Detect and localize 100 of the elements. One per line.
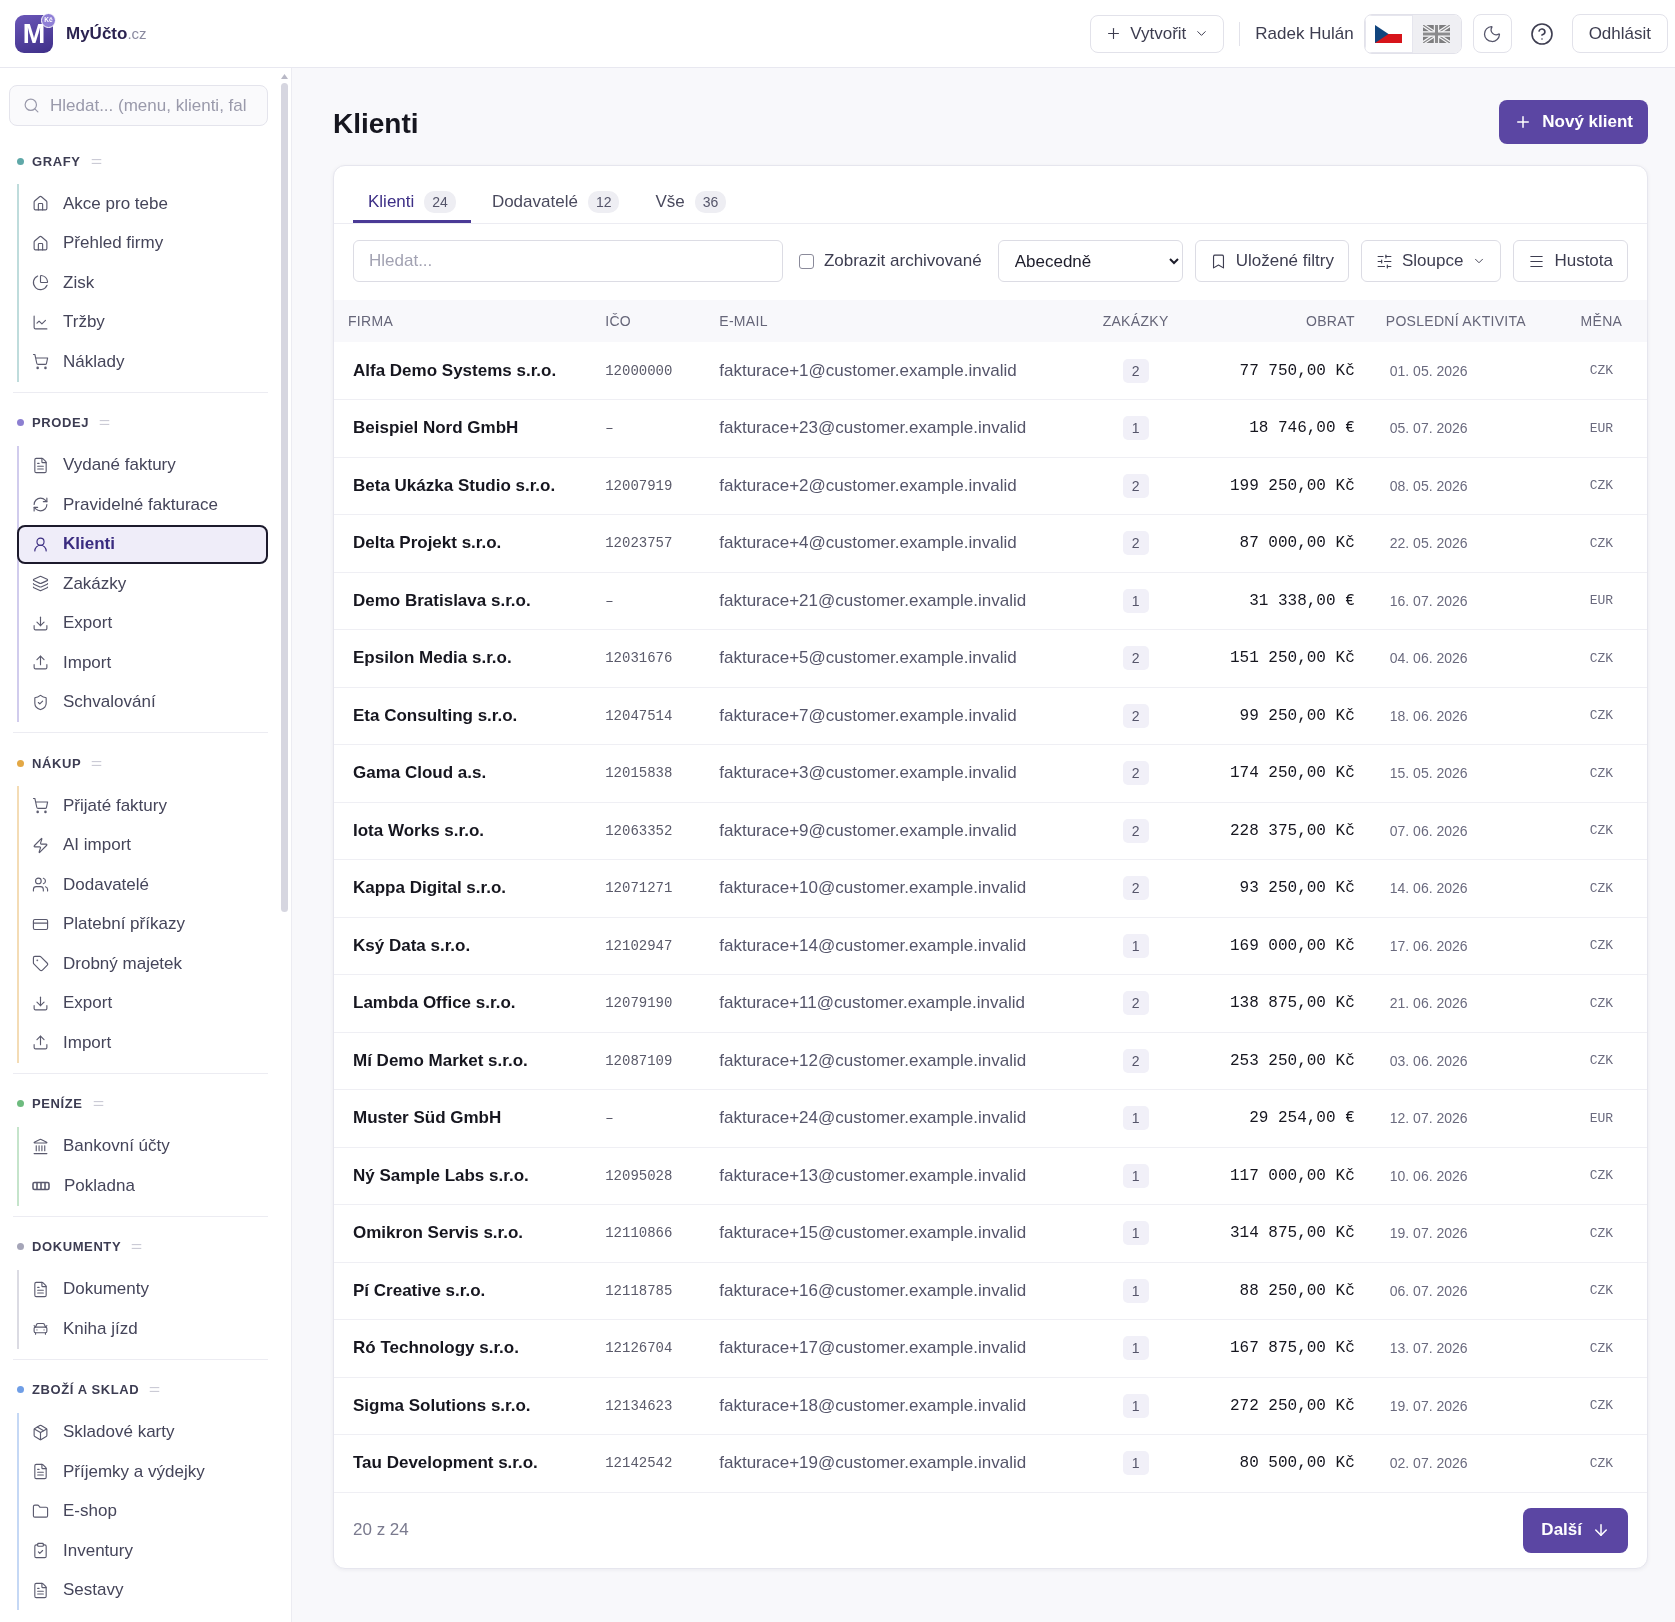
sidebar-item[interactable]: Příjemky a výdejky bbox=[17, 1452, 268, 1492]
sidebar-item[interactable]: Klienti bbox=[17, 524, 268, 564]
sidebar-item[interactable]: Vydané faktury bbox=[17, 445, 268, 485]
order-count: 1 bbox=[1122, 1163, 1149, 1188]
sidebar-item[interactable]: Pravidelné fakturace bbox=[17, 485, 268, 525]
ico-cell: 12118785 bbox=[590, 1262, 706, 1320]
currency-cell: CZK bbox=[1555, 1434, 1647, 1492]
sidebar-item[interactable]: Import bbox=[17, 643, 268, 683]
search-field[interactable]: Hledat... bbox=[353, 240, 783, 282]
sidebar-item[interactable]: Platební příkazy bbox=[17, 904, 268, 944]
currency-cell: CZK bbox=[1555, 1204, 1647, 1262]
create-button[interactable]: Vytvořit bbox=[1090, 14, 1225, 53]
tab[interactable]: Klienti 24 bbox=[353, 180, 471, 223]
company-name[interactable]: Iota Works s.r.o. bbox=[334, 802, 591, 860]
column-header[interactable]: IČO bbox=[590, 300, 706, 342]
scrollbar-thumb[interactable] bbox=[281, 83, 288, 912]
email-cell: fakturace+14@customer.example.invalid bbox=[705, 917, 1086, 975]
order-count: 2 bbox=[1122, 876, 1149, 901]
company-name[interactable]: Muster Süd GmbH bbox=[334, 1089, 591, 1147]
language-option[interactable] bbox=[1364, 14, 1413, 53]
company-name[interactable]: Omikron Servis s.r.o. bbox=[334, 1204, 591, 1262]
next-button[interactable]: Další bbox=[1523, 1507, 1628, 1553]
document-icon bbox=[32, 1581, 49, 1599]
sidebar-item[interactable]: Export bbox=[17, 983, 268, 1023]
tab[interactable]: Vše 36 bbox=[640, 180, 742, 223]
column-header[interactable]: ZAKÁZKY bbox=[1085, 300, 1186, 342]
turnover-cell: 99 250,00 Kč bbox=[1185, 687, 1371, 745]
ico-cell: 12007919 bbox=[590, 457, 706, 515]
sort-select[interactable]: Abecedně bbox=[997, 240, 1183, 282]
sidebar-item[interactable]: Sestavy bbox=[17, 1570, 268, 1610]
company-name[interactable]: Eta Consulting s.r.o. bbox=[334, 687, 591, 745]
sidebar-item[interactable]: Inventury bbox=[17, 1531, 268, 1571]
company-name[interactable]: Demo Bratislava s.r.o. bbox=[334, 572, 591, 630]
sidebar-item[interactable]: Kniha jízd bbox=[17, 1309, 268, 1349]
column-header[interactable]: OBRAT bbox=[1185, 300, 1371, 342]
company-name[interactable]: Alfa Demo Systems s.r.o. bbox=[334, 342, 591, 400]
sidebar-item[interactable]: Dokumenty bbox=[17, 1269, 268, 1309]
sidebar-item[interactable]: Tržby bbox=[17, 302, 268, 342]
sidebar-item[interactable]: Export bbox=[17, 603, 268, 643]
help-button[interactable] bbox=[1529, 21, 1554, 46]
pie-chart-icon bbox=[32, 274, 49, 292]
email-cell: fakturace+24@customer.example.invalid bbox=[705, 1089, 1086, 1147]
company-name[interactable]: Ksý Data s.r.o. bbox=[334, 917, 591, 975]
company-name[interactable]: Delta Projekt s.r.o. bbox=[334, 514, 591, 572]
company-name[interactable]: Ró Technology s.r.o. bbox=[334, 1319, 591, 1377]
checkbox[interactable] bbox=[798, 253, 814, 269]
email-cell: fakturace+15@customer.example.invalid bbox=[705, 1204, 1086, 1262]
company-name[interactable]: Beta Ukázka Studio s.r.o. bbox=[334, 457, 591, 515]
date-cell: 21. 06. 2026 bbox=[1370, 974, 1556, 1032]
column-header[interactable]: POSLEDNÍ AKTIVITA bbox=[1370, 300, 1556, 342]
sidebar-item[interactable]: Drobný majetek bbox=[17, 944, 268, 984]
tab[interactable]: Dodavatelé 12 bbox=[476, 180, 635, 223]
sidebar-item[interactable]: Import bbox=[17, 1023, 268, 1063]
ico-cell: 12000000 bbox=[590, 342, 706, 400]
ico-cell: 12142542 bbox=[590, 1434, 706, 1492]
sidebar-item[interactable]: Přijaté faktury bbox=[17, 786, 268, 826]
scroll-up-arrow-icon[interactable] bbox=[281, 74, 288, 79]
company-name[interactable]: Pí Creative s.r.o. bbox=[334, 1262, 591, 1320]
sidebar-item[interactable]: E-shop bbox=[17, 1491, 268, 1531]
new-client-button[interactable]: Nový klient bbox=[1499, 100, 1648, 144]
date-cell: 19. 07. 2026 bbox=[1370, 1377, 1556, 1435]
company-name[interactable]: Tau Development s.r.o. bbox=[334, 1434, 591, 1492]
email-cell: fakturace+2@customer.example.invalid bbox=[705, 457, 1086, 515]
sidebar-item[interactable]: AI import bbox=[17, 825, 268, 865]
sidebar-item[interactable]: Zisk bbox=[17, 263, 268, 303]
theme-toggle-button[interactable] bbox=[1472, 14, 1512, 53]
sidebar-item[interactable]: Bankovní účty bbox=[17, 1126, 268, 1166]
company-name[interactable]: Lambda Office s.r.o. bbox=[334, 974, 591, 1032]
company-name[interactable]: Gama Cloud a.s. bbox=[334, 744, 591, 802]
users-icon bbox=[32, 876, 49, 894]
company-name[interactable]: Kappa Digital s.r.o. bbox=[334, 859, 591, 917]
column-header[interactable]: FIRMA bbox=[334, 300, 591, 342]
sidebar-item[interactable]: Akce pro tebe bbox=[17, 184, 268, 224]
column-header[interactable]: E-MAIL bbox=[705, 300, 1086, 342]
turnover-cell: 18 746,00 € bbox=[1185, 399, 1371, 457]
email-cell: fakturace+18@customer.example.invalid bbox=[705, 1377, 1086, 1435]
sidebar-item[interactable]: Skladové karty bbox=[17, 1412, 268, 1452]
menu-search-field[interactable]: Hledat... (menu, klienti, fal bbox=[9, 85, 268, 126]
sidebar-item[interactable]: Pokladna bbox=[17, 1166, 268, 1206]
section-title: ZBOŽÍ A SKLAD bbox=[32, 1382, 140, 1397]
columns-button[interactable]: Sloupce bbox=[1360, 240, 1502, 282]
date-cell: 13. 07. 2026 bbox=[1370, 1319, 1556, 1377]
sidebar-item[interactable]: Dodavatelé bbox=[17, 865, 268, 905]
date-cell: 05. 07. 2026 bbox=[1370, 399, 1556, 457]
help-icon bbox=[1529, 21, 1554, 46]
section-title: GRAFY bbox=[32, 153, 81, 169]
saved-filters-button[interactable]: Uložené filtry bbox=[1194, 240, 1349, 282]
company-name[interactable]: Mí Demo Market s.r.o. bbox=[334, 1032, 591, 1090]
company-name[interactable]: Ný Sample Labs s.r.o. bbox=[334, 1147, 591, 1205]
sidebar-item[interactable]: Schvalování bbox=[17, 682, 268, 722]
company-name[interactable]: Beispiel Nord GmbH bbox=[334, 399, 591, 457]
logout-button[interactable]: Odhlásit bbox=[1571, 14, 1668, 53]
sidebar-item[interactable]: Přehled firmy bbox=[17, 223, 268, 263]
tag-icon bbox=[32, 955, 49, 973]
company-name[interactable]: Epsilon Media s.r.o. bbox=[334, 629, 591, 687]
density-button[interactable]: Hustota bbox=[1513, 240, 1628, 282]
sidebar-item[interactable]: Zakázky bbox=[17, 564, 268, 604]
sidebar-item[interactable]: Náklady bbox=[17, 342, 268, 382]
column-header[interactable]: MĚNA bbox=[1555, 300, 1647, 342]
company-name[interactable]: Sigma Solutions s.r.o. bbox=[334, 1377, 591, 1435]
